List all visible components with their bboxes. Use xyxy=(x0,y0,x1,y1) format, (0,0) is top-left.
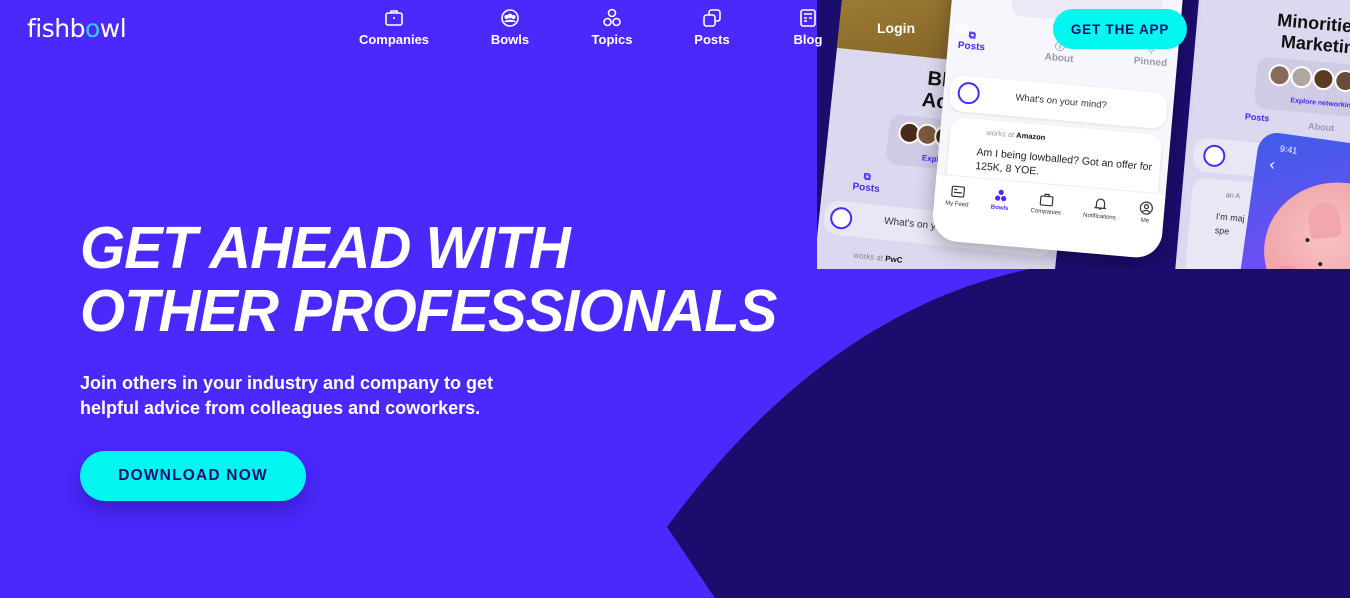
logo-text-prefix: fishb xyxy=(27,14,86,43)
briefcase-icon xyxy=(1039,193,1054,207)
nav-posts-label: Posts xyxy=(694,32,730,47)
nav-companies-label: Companies xyxy=(358,32,430,47)
avatar xyxy=(1333,69,1350,93)
about-tab: About xyxy=(1307,120,1335,134)
bottom-nav-notifications: Notifications xyxy=(1082,196,1118,222)
nav-topics-label: Topics xyxy=(591,32,633,47)
post-text: I'm maj spe xyxy=(1214,211,1246,237)
bottom-nav-companies: Companies xyxy=(1030,191,1062,217)
avatar xyxy=(1267,63,1292,88)
briefcase-icon xyxy=(385,10,403,26)
bottom-nav-label: Companies xyxy=(1030,208,1062,217)
three-circles-icon xyxy=(603,8,621,27)
login-link[interactable]: Login xyxy=(877,20,915,36)
piggy-bank-image xyxy=(1255,172,1350,269)
logo-o: o xyxy=(85,14,100,43)
tab-pinned: ✧ Pinned xyxy=(1132,45,1169,88)
posts-tab-label: Posts xyxy=(851,181,881,196)
group-icon xyxy=(501,9,519,27)
status-time: 9:41 xyxy=(1279,143,1299,156)
bowls-icon xyxy=(994,189,1006,202)
posts-tab: ⧉ Posts xyxy=(852,170,881,195)
tab-pinned-label: Pinned xyxy=(1133,55,1168,70)
fishbowl-logo[interactable]: fishbowl xyxy=(27,14,127,43)
card-title: Minorities Marketin xyxy=(1275,10,1350,59)
tab-posts-label: Posts xyxy=(957,40,986,54)
bell-icon xyxy=(1093,198,1107,210)
nav-bowls[interactable]: Bowls xyxy=(465,8,555,47)
bottom-nav-my-feed: My Feed xyxy=(945,184,970,209)
feed-icon xyxy=(951,185,965,198)
nav-bowls-label: Bowls xyxy=(490,32,530,47)
bottom-nav-bowls: Bowls xyxy=(990,188,1010,212)
post-author: an A xyxy=(1225,192,1241,201)
document-icon xyxy=(800,9,816,27)
tab-about-label: About xyxy=(1044,51,1074,66)
stacked-squares-icon xyxy=(703,9,721,27)
works-at-label: works at xyxy=(985,127,1015,140)
works-at: works at Amazon xyxy=(986,128,1046,142)
nav-companies[interactable]: Companies xyxy=(349,8,439,47)
works-at-label: works at xyxy=(852,250,884,263)
pig-snout xyxy=(1262,263,1310,269)
person-icon xyxy=(1202,143,1227,168)
download-now-button[interactable]: DOWNLOAD NOW xyxy=(80,451,306,501)
nav-posts[interactable]: Posts xyxy=(667,8,757,47)
bottom-nav-label: My Feed xyxy=(944,200,969,209)
bottom-nav-label: Notifications xyxy=(1082,212,1116,222)
works-at-company: PwC xyxy=(884,254,903,265)
pig-eye xyxy=(1317,261,1323,267)
bottom-nav-label: Bowls xyxy=(990,204,1009,213)
pig-eye xyxy=(1305,237,1310,243)
bottom-nav-label: Me xyxy=(1140,217,1150,225)
person-icon xyxy=(956,81,981,106)
nav-blog-label: Blog xyxy=(793,32,823,47)
signup-link[interactable]: Sign Up xyxy=(955,20,967,36)
profile-icon xyxy=(1139,201,1153,215)
member-avatars xyxy=(1253,56,1350,123)
nav-topics[interactable]: Topics xyxy=(567,8,657,47)
works-at-company: Amazon xyxy=(1015,130,1046,143)
avatar xyxy=(1289,65,1314,90)
works-at: works at PwC xyxy=(853,251,903,265)
hero-title: GET AHEAD WITH OTHER PROFESSIONALS xyxy=(80,214,777,345)
hero-title-line1: GET AHEAD WITH xyxy=(80,214,571,282)
stacked-squares-icon: ⧉ xyxy=(968,29,977,42)
logo-text-suffix: wl xyxy=(99,14,127,43)
hero-subtitle: Join others in your industry and company… xyxy=(80,373,494,418)
back-chevron-icon: ‹ xyxy=(1268,156,1277,174)
nav-blog[interactable]: Blog xyxy=(763,8,853,47)
posts-tab: Posts xyxy=(1244,111,1270,124)
hero-title-line2: OTHER PROFESSIONALS xyxy=(80,277,777,345)
mind-placeholder: What's on your mind? xyxy=(1014,92,1108,112)
bottom-nav-me: Me xyxy=(1138,200,1154,224)
get-the-app-button[interactable]: GET THE APP xyxy=(1053,9,1187,49)
pig-ear xyxy=(1306,200,1343,241)
person-icon xyxy=(829,206,854,231)
avatar xyxy=(1311,67,1336,91)
